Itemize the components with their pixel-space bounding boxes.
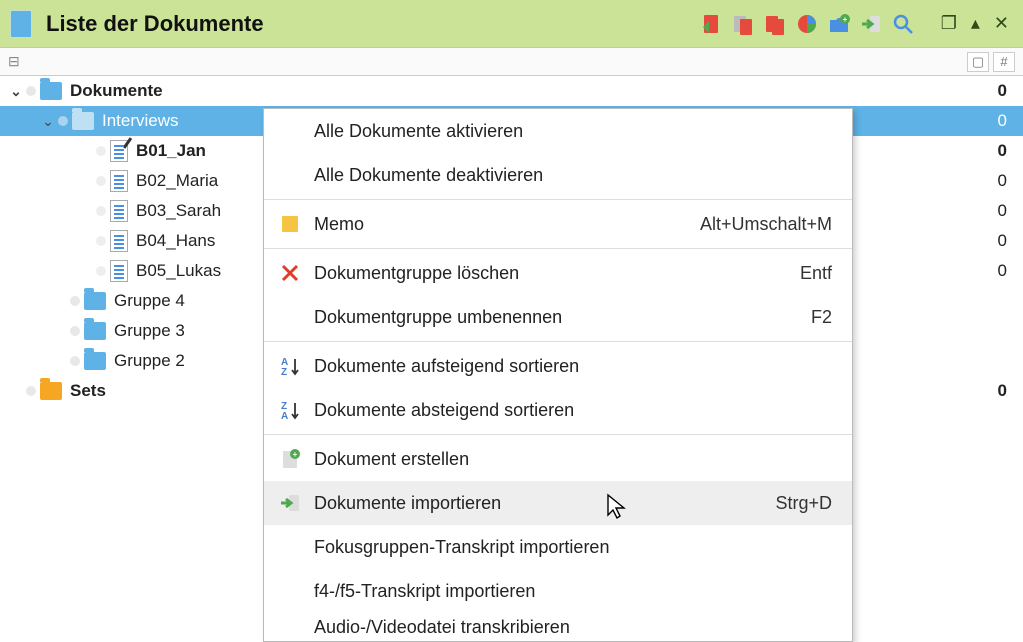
- separator: [264, 341, 852, 342]
- cm-activate-all[interactable]: Alle Dokumente aktivieren: [264, 109, 852, 153]
- toolbar-icon-1[interactable]: [699, 12, 723, 36]
- import-icon: [276, 492, 304, 514]
- tree-toggle-icon[interactable]: ⊟: [8, 53, 20, 70]
- activation-dot[interactable]: [26, 386, 36, 396]
- activation-dot[interactable]: [96, 266, 106, 276]
- window-title: Liste der Dokumente: [46, 11, 264, 37]
- folder-icon: [72, 112, 94, 130]
- separator: [264, 434, 852, 435]
- activation-dot[interactable]: [96, 236, 106, 246]
- activation-dot[interactable]: [58, 116, 68, 126]
- secondary-bar: ⊟ ▢ #: [0, 48, 1023, 76]
- document-page-icon: [110, 260, 128, 282]
- activation-dot[interactable]: [70, 296, 80, 306]
- document-page-icon: [110, 230, 128, 252]
- title-bar: Liste der Dokumente + ❐ ▴ ✕: [0, 0, 1023, 48]
- cm-delete-group[interactable]: Dokumentgruppe löschen Entf: [264, 251, 852, 295]
- window-controls: ❐ ▴ ✕: [937, 13, 1013, 34]
- tree-label: Gruppe 4: [114, 291, 185, 311]
- activation-dot[interactable]: [96, 176, 106, 186]
- activation-dot[interactable]: [96, 146, 106, 156]
- toolbar-icon-5[interactable]: +: [827, 12, 851, 36]
- memo-icon: [276, 214, 304, 234]
- document-edit-icon: [110, 140, 128, 162]
- tree-label: Gruppe 2: [114, 351, 185, 371]
- document-page-icon: [110, 170, 128, 192]
- tree-count: 0: [998, 81, 1007, 101]
- folder-icon: [84, 292, 106, 310]
- tree-label: Dokumente: [70, 81, 163, 101]
- activation-dot[interactable]: [96, 206, 106, 216]
- tree-label: B04_Hans: [136, 231, 215, 251]
- tree-count: 0: [998, 171, 1007, 191]
- cm-sort-desc[interactable]: ZA Dokumente absteigend sortieren: [264, 388, 852, 432]
- activation-dot[interactable]: [70, 326, 80, 336]
- cm-import-documents[interactable]: Dokumente importieren Strg+D: [264, 481, 852, 525]
- activation-dot[interactable]: [70, 356, 80, 366]
- toolbar-icon-6[interactable]: [859, 12, 883, 36]
- separator: [264, 199, 852, 200]
- toolbar-icon-3[interactable]: [763, 12, 787, 36]
- delete-icon: [276, 263, 304, 283]
- context-menu: Alle Dokumente aktivieren Alle Dokumente…: [263, 108, 853, 642]
- tree-count: 0: [998, 231, 1007, 251]
- separator: [264, 248, 852, 249]
- tree-label: Interviews: [102, 111, 179, 131]
- cm-import-f4f5[interactable]: f4-/f5-Transkript importieren: [264, 569, 852, 613]
- search-icon[interactable]: [891, 12, 915, 36]
- tree-label: Gruppe 3: [114, 321, 185, 341]
- cm-memo[interactable]: Memo Alt+Umschalt+M: [264, 202, 852, 246]
- tree-count: 0: [998, 141, 1007, 161]
- document-page-icon: [110, 200, 128, 222]
- cm-new-document[interactable]: + Dokument erstellen: [264, 437, 852, 481]
- folder-icon: [84, 322, 106, 340]
- tree-label: B02_Maria: [136, 171, 218, 191]
- close-icon[interactable]: ✕: [990, 13, 1013, 34]
- collapse-icon[interactable]: ▴: [967, 13, 984, 34]
- caret-icon[interactable]: ⌄: [8, 83, 24, 100]
- caret-icon[interactable]: ⌄: [40, 113, 56, 130]
- cm-deactivate-all[interactable]: Alle Dokumente deaktivieren: [264, 153, 852, 197]
- toolbar: +: [699, 12, 915, 36]
- cm-rename-group[interactable]: Dokumentgruppe umbenennen F2: [264, 295, 852, 339]
- folder-icon: [84, 352, 106, 370]
- cm-import-focusgroup[interactable]: Fokusgruppen-Transkript importieren: [264, 525, 852, 569]
- cm-transcribe-av[interactable]: Audio-/Videodatei transkribieren: [264, 613, 852, 641]
- tree-count: 0: [998, 201, 1007, 221]
- detach-icon[interactable]: ❐: [937, 13, 961, 34]
- svg-text:A: A: [281, 411, 288, 421]
- toolbar-icon-2[interactable]: [731, 12, 755, 36]
- document-icon: [10, 10, 32, 38]
- svg-text:+: +: [293, 450, 298, 459]
- tree-label: B03_Sarah: [136, 201, 221, 221]
- svg-text:+: +: [842, 15, 847, 24]
- folder-icon: [40, 82, 62, 100]
- toolbar-icon-4[interactable]: [795, 12, 819, 36]
- tree-label: B05_Lukas: [136, 261, 221, 281]
- sort-desc-icon: ZA: [276, 399, 304, 421]
- column-toggle-1[interactable]: ▢: [967, 52, 989, 72]
- column-toggle-2[interactable]: #: [993, 52, 1015, 72]
- svg-text:Z: Z: [281, 367, 287, 377]
- new-document-icon: +: [276, 448, 304, 470]
- cm-sort-asc[interactable]: AZ Dokumente aufsteigend sortieren: [264, 344, 852, 388]
- tree-count: 0: [998, 381, 1007, 401]
- activation-dot[interactable]: [26, 86, 36, 96]
- sort-asc-icon: AZ: [276, 355, 304, 377]
- tree-label: Sets: [70, 381, 106, 401]
- tree-count: 0: [998, 111, 1007, 131]
- sets-folder-icon: [40, 382, 62, 400]
- tree-root-dokumente[interactable]: ⌄ Dokumente 0: [0, 76, 1023, 106]
- tree-label: B01_Jan: [136, 141, 206, 161]
- tree-count: 0: [998, 261, 1007, 281]
